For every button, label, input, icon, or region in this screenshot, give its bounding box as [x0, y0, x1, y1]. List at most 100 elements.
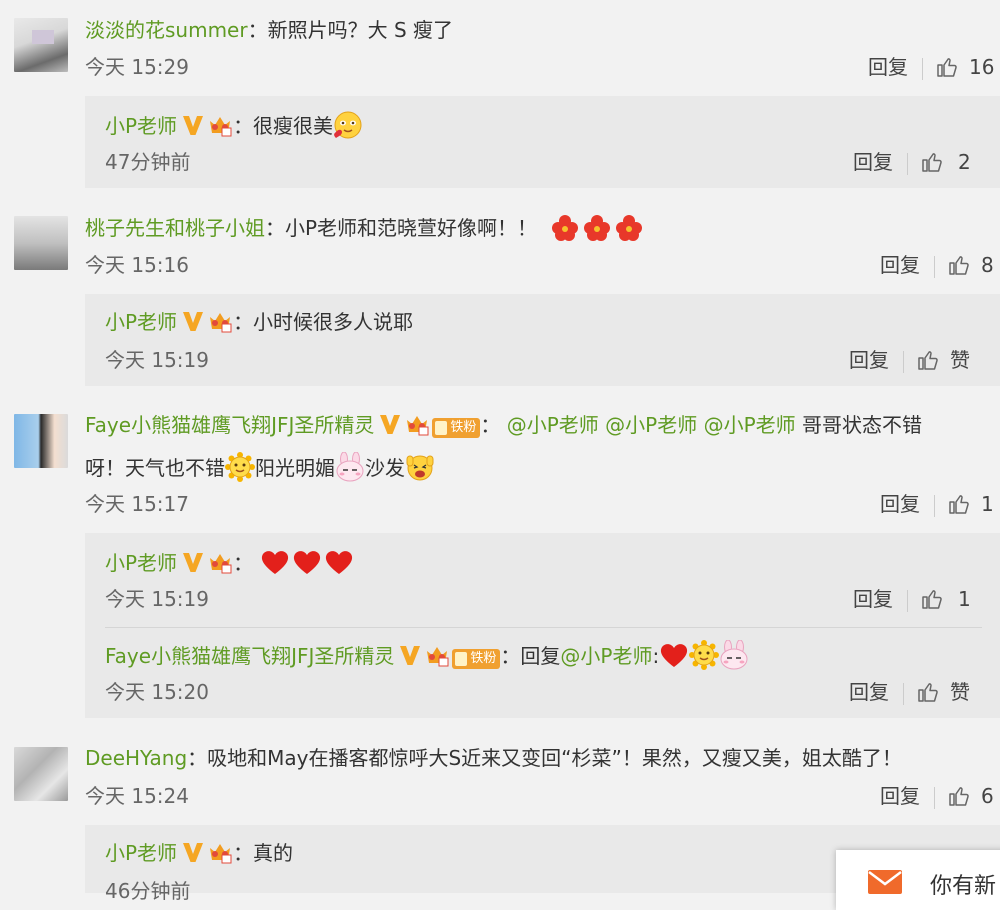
like-icon[interactable] [920, 587, 944, 611]
reply-actions: 回复 2 [853, 148, 971, 176]
like-label[interactable]: 赞 [950, 680, 970, 704]
avatar[interactable] [14, 18, 68, 72]
like-count: 1 [981, 492, 994, 516]
comment-text: 阳光明媚 [255, 456, 335, 480]
reply-button[interactable]: 回复 [868, 55, 908, 79]
comment-text: ：新照片吗？大 S 瘦了 [247, 18, 454, 42]
mention-link[interactable]: @小P老师 [507, 413, 599, 437]
verified-icon [181, 113, 205, 137]
reply-button[interactable]: 回复 [880, 253, 920, 277]
like-count: 6 [981, 784, 994, 808]
reply-box: 小P老师 ： 今天 15:19 回复 1 Faye小熊猫雄鹰飞翔JFJ圣所精灵 铁粉：… [85, 533, 1000, 718]
mention-link[interactable]: @小P老师 [560, 644, 652, 668]
comment-text: ：吸地和May在播客都惊呼大S近来又变回“杉菜”！果然，又瘦又美，姐太酷了！ [187, 746, 902, 770]
reply-time: 今天 15:20 [105, 680, 209, 704]
notification-text: 你有新 [930, 874, 997, 899]
verified-icon [378, 412, 402, 436]
username-link[interactable]: 桃子先生和桃子小姐 [85, 216, 265, 240]
comment-actions: 回复 1 [880, 490, 994, 518]
hearts-emoji-icon [259, 547, 355, 577]
reply-button[interactable]: 回复 [880, 492, 920, 516]
comment-time: 今天 15:16 [85, 253, 189, 277]
reply-button[interactable]: 回复 [849, 348, 889, 372]
comment-content: 桃子先生和桃子小姐：小P老师和范晓萱好像啊！！ [85, 213, 647, 242]
separator-text: : [652, 644, 660, 668]
reply-button[interactable]: 回复 [849, 680, 889, 704]
member-crown-icon [207, 309, 233, 333]
comment-content: DeeHYang：吸地和May在播客都惊呼大S近来又变回“杉菜”！果然，又瘦又美… [85, 744, 902, 772]
avatar[interactable] [14, 414, 68, 468]
like-count: 1 [958, 587, 971, 611]
like-icon[interactable] [916, 348, 940, 372]
comment-text: ：小P老师和范晓萱好像啊！！ [265, 216, 538, 240]
comment-actions: 回复 16 [868, 53, 994, 81]
notification-popup[interactable]: 你有新 [836, 850, 1000, 910]
comment-text: 沙发 [365, 456, 405, 480]
comment-content: Faye小熊猫雄鹰飞翔JFJ圣所精灵 铁粉： @小P老师 @小P老师 @小P老师 … [85, 411, 922, 439]
username-link[interactable]: 淡淡的花summer [85, 18, 248, 42]
divider [907, 589, 908, 612]
reply-text: ：回复 [500, 644, 561, 668]
username-link[interactable]: 小P老师 [105, 310, 177, 334]
comment-time: 今天 15:29 [85, 55, 189, 79]
reply-content: Faye小熊猫雄鹰飞翔JFJ圣所精灵 铁粉 ：回复@小P老师: [105, 639, 749, 670]
like-icon[interactable] [947, 253, 971, 277]
mention-link[interactable]: @小P老师 [605, 413, 697, 437]
reply-button[interactable]: 回复 [853, 587, 893, 611]
like-icon[interactable] [947, 492, 971, 516]
reply-button[interactable]: 回复 [853, 150, 893, 174]
like-icon[interactable] [935, 55, 959, 79]
separator-text: ： [480, 413, 501, 437]
excited-face-emoji-icon [405, 452, 435, 482]
avatar[interactable] [14, 747, 68, 801]
reply-content: 小P老师 ： [105, 547, 355, 577]
username-link[interactable]: 小P老师 [105, 114, 177, 138]
like-label[interactable]: 赞 [950, 348, 970, 372]
reply-button[interactable]: 回复 [880, 784, 920, 808]
like-icon[interactable] [920, 150, 944, 174]
username-link[interactable]: 小P老师 [105, 551, 177, 575]
reply-time: 今天 15:19 [105, 348, 209, 372]
comment-text: 呀！天气也不错 [85, 456, 225, 480]
reply-time: 今天 15:19 [105, 587, 209, 611]
reply-text: ：小时候很多人说耶 [233, 310, 414, 334]
comment-actions: 回复 8 [880, 251, 994, 279]
divider [105, 627, 982, 628]
comment-text: 哥哥状态不错 [795, 413, 923, 437]
mail-icon [868, 870, 902, 894]
fan-badge[interactable]: 铁粉 [432, 418, 481, 438]
username-link[interactable]: DeeHYang [85, 746, 187, 770]
username-link[interactable]: 小P老师 [105, 841, 177, 865]
sun-face-emoji-icon [225, 452, 255, 482]
member-crown-icon [207, 840, 233, 864]
like-icon[interactable] [947, 784, 971, 808]
verified-icon [398, 643, 422, 667]
shy-face-emoji-icon [333, 110, 363, 140]
divider [934, 786, 935, 809]
avatar[interactable] [14, 216, 68, 270]
reply-text: ：很瘦很美 [233, 114, 334, 138]
comment-content-line2: 呀！天气也不错 阳光明媚 沙发 [85, 451, 435, 482]
bunny-emoji-icon [719, 639, 749, 670]
like-count: 2 [958, 150, 971, 174]
divider [903, 682, 904, 705]
comment-time: 今天 15:24 [85, 784, 189, 808]
divider [903, 350, 904, 373]
reply-content: 小P老师 ：很瘦很美 [105, 110, 363, 140]
reply-box: 小P老师 ：很瘦很美 47分钟前 回复 2 [85, 96, 1000, 188]
fan-badge[interactable]: 铁粉 [452, 649, 501, 669]
username-link[interactable]: Faye小熊猫雄鹰飞翔JFJ圣所精灵 [85, 413, 374, 437]
reply-actions: 回复 赞 [849, 678, 970, 706]
verified-icon [181, 309, 205, 333]
reply-content: 小P老师 ：真的 [105, 839, 293, 867]
sun-face-emoji-icon [689, 640, 720, 670]
member-crown-icon [207, 550, 233, 574]
reply-actions: 回复 赞 [849, 346, 970, 374]
member-crown-icon [424, 643, 450, 667]
reply-actions: 回复 1 [853, 585, 971, 613]
like-icon[interactable] [916, 680, 940, 704]
mention-link[interactable]: @小P老师 [704, 413, 796, 437]
username-link[interactable]: Faye小熊猫雄鹰飞翔JFJ圣所精灵 [105, 644, 394, 668]
like-count: 8 [981, 253, 994, 277]
comment-content: 淡淡的花summer：新照片吗？大 S 瘦了 [85, 16, 453, 44]
